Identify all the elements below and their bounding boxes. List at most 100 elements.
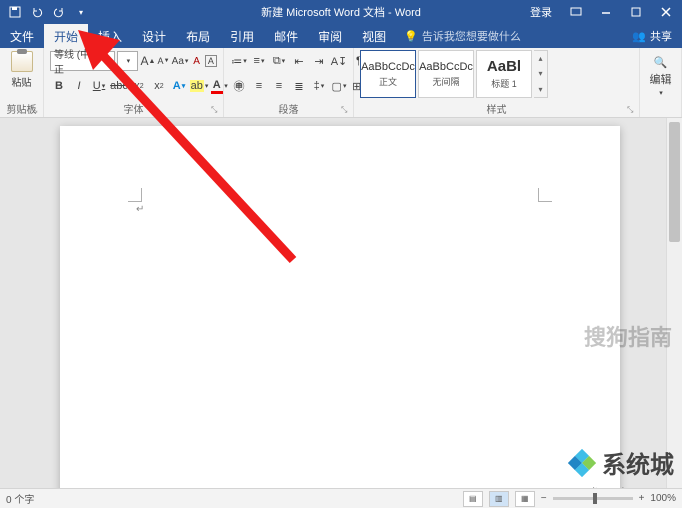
save-icon[interactable]: [6, 3, 24, 21]
tab-home[interactable]: 开始: [44, 24, 88, 48]
qat-customize-icon[interactable]: ▾: [72, 3, 90, 21]
paste-label: 粘贴: [12, 74, 32, 89]
paragraph-launcher-icon[interactable]: ⤡: [341, 105, 351, 115]
style-normal[interactable]: AaBbCcDc 正文: [360, 50, 416, 98]
shading-button[interactable]: ▢▾: [330, 76, 348, 96]
text-effects-button[interactable]: A▾: [170, 76, 188, 96]
bullets-button[interactable]: ≔▾: [230, 51, 248, 71]
font-name-select[interactable]: 等线 (中文正▾: [50, 51, 115, 71]
redo-icon[interactable]: [50, 3, 68, 21]
italic-button[interactable]: I: [70, 76, 88, 96]
tab-layout[interactable]: 布局: [176, 24, 220, 48]
style-name: 正文: [379, 75, 397, 88]
clear-format-icon[interactable]: A: [190, 51, 202, 71]
read-mode-icon[interactable]: ▤: [463, 491, 483, 507]
share-label: 共享: [650, 28, 672, 44]
lightbulb-icon: 💡: [404, 30, 418, 43]
clipboard-launcher-icon[interactable]: ⤡: [31, 105, 41, 115]
editing-label: 编辑: [650, 71, 672, 87]
align-right-button[interactable]: ≡: [270, 76, 288, 96]
group-paragraph: ≔▾ ≡▾ ⧉▾ ⇤ ⇥ A↧ ¶ ≡ ≡ ≡ ≣ ‡▾ ▢▾ ⊞▾ 段落 ⤡: [224, 48, 354, 117]
tell-me-text: 告诉我您想要做什么: [422, 28, 521, 44]
ribbon-display-icon[interactable]: [562, 0, 590, 24]
margin-corner-icon: [538, 188, 552, 202]
change-case-icon[interactable]: Aa▾: [172, 51, 189, 71]
increase-indent-button[interactable]: ⇥: [310, 51, 328, 71]
zoom-level[interactable]: 100%: [650, 493, 676, 504]
decrease-indent-button[interactable]: ⇤: [290, 51, 308, 71]
styles-group-label: 样式: [354, 101, 639, 116]
vertical-scrollbar[interactable]: [666, 118, 682, 488]
zoom-slider[interactable]: [553, 497, 633, 500]
word-count[interactable]: 0 个字: [6, 491, 34, 506]
style-name: 标题 1: [491, 77, 517, 90]
bold-button[interactable]: B: [50, 76, 68, 96]
document-area: ↵: [0, 118, 682, 488]
quick-access-toolbar: ▾: [0, 0, 96, 24]
numbering-button[interactable]: ≡▾: [250, 51, 268, 71]
print-layout-icon[interactable]: ▥: [489, 491, 509, 507]
ribbon-tabs: 文件 开始 插入 设计 布局 引用 邮件 审阅 视图 💡 告诉我您想要做什么 👥…: [0, 24, 682, 48]
font-launcher-icon[interactable]: ⤡: [211, 105, 221, 115]
style-preview: AaBl: [487, 58, 521, 75]
style-heading1[interactable]: AaBl 标题 1: [476, 50, 532, 98]
tab-design[interactable]: 设计: [132, 24, 176, 48]
tab-insert[interactable]: 插入: [88, 24, 132, 48]
close-icon[interactable]: [652, 0, 680, 24]
editing-button[interactable]: 🔍 编辑 ▾: [650, 56, 672, 97]
line-spacing-button[interactable]: ‡▾: [310, 76, 328, 96]
highlight-button[interactable]: ab▾: [190, 76, 208, 96]
style-preview: AaBbCcDc: [419, 61, 473, 73]
strikethrough-button[interactable]: abc: [110, 76, 128, 96]
group-clipboard: 粘贴 剪贴板 ⤡: [0, 48, 44, 117]
find-icon: 🔍: [654, 56, 668, 69]
sort-button[interactable]: A↧: [330, 51, 348, 71]
ribbon: 粘贴 剪贴板 ⤡ 等线 (中文正▾ ▾ A▲ A▼ Aa▾ A A B I U▾…: [0, 48, 682, 118]
tab-file[interactable]: 文件: [0, 24, 44, 48]
style-no-spacing[interactable]: AaBbCcDc 无间隔: [418, 50, 474, 98]
tab-review[interactable]: 审阅: [308, 24, 352, 48]
login-button[interactable]: 登录: [522, 0, 560, 24]
window-controls: 登录: [522, 0, 682, 24]
styles-launcher-icon[interactable]: ⤡: [627, 105, 637, 115]
underline-button[interactable]: U▾: [90, 76, 108, 96]
paste-button[interactable]: 粘贴: [6, 50, 38, 90]
share-icon: 👥: [632, 30, 646, 43]
shrink-font-icon[interactable]: A▼: [157, 51, 169, 71]
align-center-button[interactable]: ≡: [250, 76, 268, 96]
paragraph-group-label: 段落: [224, 101, 353, 116]
tab-mailings[interactable]: 邮件: [264, 24, 308, 48]
align-left-button[interactable]: ≡: [230, 76, 248, 96]
tab-references[interactable]: 引用: [220, 24, 264, 48]
share-button[interactable]: 👥 共享: [622, 24, 682, 48]
scrollbar-thumb[interactable]: [669, 122, 680, 242]
status-bar: 0 个字 ▤ ▥ ▦ − + 100%: [0, 488, 682, 508]
zoom-in-icon[interactable]: +: [639, 493, 645, 504]
title-bar: ▾ 新建 Microsoft Word 文档 - Word 登录: [0, 0, 682, 24]
undo-icon[interactable]: [28, 3, 46, 21]
style-name: 无间隔: [432, 75, 459, 88]
subscript-button[interactable]: x2: [130, 76, 148, 96]
phonetic-guide-icon[interactable]: A: [205, 51, 217, 71]
group-font: 等线 (中文正▾ ▾ A▲ A▼ Aa▾ A A B I U▾ abc x2 x…: [44, 48, 224, 117]
clipboard-icon: [11, 51, 33, 72]
group-editing: 🔍 编辑 ▾: [640, 48, 682, 117]
group-styles: AaBbCcDc 正文 AaBbCcDc 无间隔 AaBl 标题 1 ▴▾▾ 样…: [354, 48, 640, 117]
superscript-button[interactable]: x2: [150, 76, 168, 96]
page[interactable]: ↵: [60, 126, 620, 488]
style-preview: AaBbCcDc: [361, 61, 415, 73]
web-layout-icon[interactable]: ▦: [515, 491, 535, 507]
styles-more-icon[interactable]: ▴▾▾: [534, 50, 548, 98]
tell-me[interactable]: 💡 告诉我您想要做什么: [396, 24, 529, 48]
font-group-label: 字体: [44, 101, 223, 116]
grow-font-icon[interactable]: A▲: [140, 51, 155, 71]
maximize-icon[interactable]: [622, 0, 650, 24]
minimize-icon[interactable]: [592, 0, 620, 24]
justify-button[interactable]: ≣: [290, 76, 308, 96]
margin-corner-icon: [128, 188, 142, 202]
zoom-out-icon[interactable]: −: [541, 493, 547, 504]
tab-view[interactable]: 视图: [352, 24, 396, 48]
text-cursor: ↵: [136, 204, 144, 215]
multilevel-button[interactable]: ⧉▾: [270, 51, 288, 71]
font-size-select[interactable]: ▾: [117, 51, 138, 71]
